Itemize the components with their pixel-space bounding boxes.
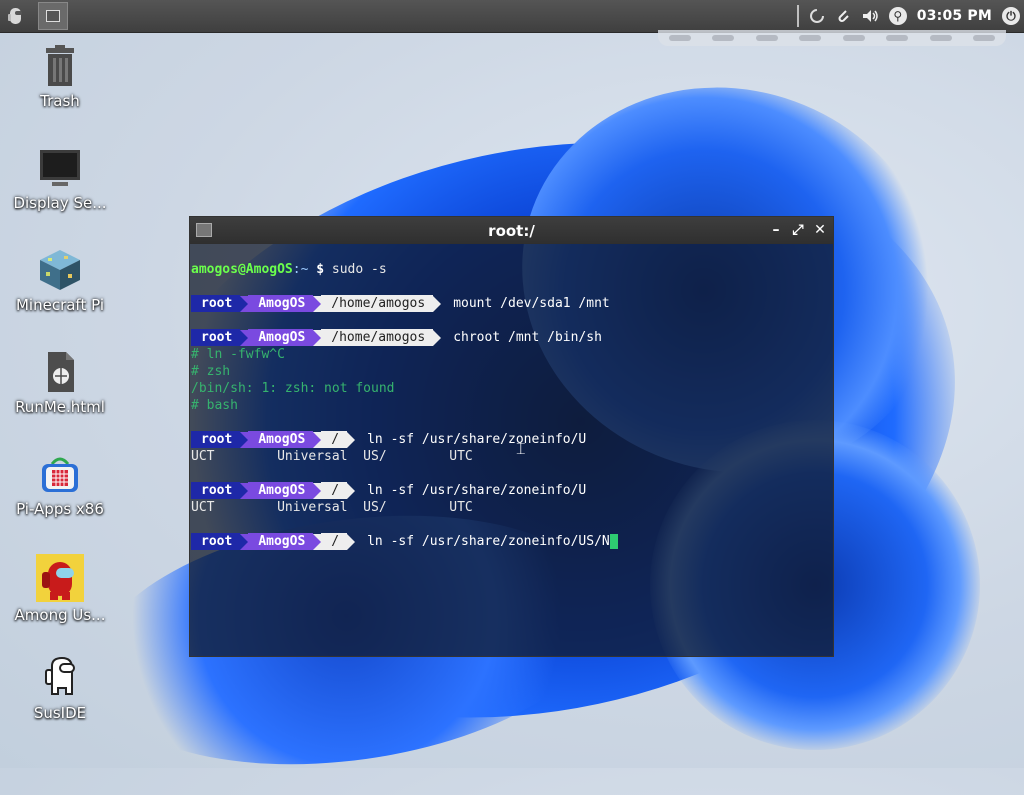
- volume-icon[interactable]: [861, 7, 879, 25]
- desktop-icon-minecraft-pi[interactable]: Minecraft Pi: [0, 248, 120, 314]
- desktop-icon-label: Among Us...: [14, 606, 106, 624]
- pi-apps-basket-icon: [38, 452, 82, 496]
- dock-item[interactable]: [842, 35, 865, 41]
- desktop-icon-pi-apps[interactable]: Pi-Apps x86: [0, 452, 120, 518]
- dock-item[interactable]: [755, 35, 778, 41]
- clock[interactable]: 03:05 PM: [917, 8, 992, 24]
- terminal-prompt-line: root AmogOS /home/amogos chroot /mnt /bi…: [191, 329, 833, 346]
- monitor-icon: [38, 146, 82, 190]
- terminal-window[interactable]: root:/ – ⤢ ✕ amogos@AmogOS:~ $ sudo -s r…: [190, 217, 833, 656]
- dock-item[interactable]: [929, 35, 952, 41]
- desktop-icon-among-us[interactable]: Among Us...: [0, 554, 120, 624]
- desktop-icon-label: SusIDE: [33, 704, 87, 722]
- text-cursor: [609, 534, 618, 549]
- desktop-icon-label: Display Se...: [13, 194, 107, 212]
- tray-separator: [796, 5, 799, 27]
- dock-strip: [658, 30, 1006, 46]
- system-tray: ⚲ 03:05 PM ⏻: [796, 0, 1024, 32]
- dock-item[interactable]: [712, 35, 735, 41]
- desktop-icon-label: Pi-Apps x86: [16, 500, 104, 518]
- close-button[interactable]: ✕: [813, 220, 827, 240]
- terminal-line: # zsh: [191, 364, 231, 379]
- minimize-button[interactable]: –: [769, 220, 783, 240]
- html-file-icon: [38, 350, 82, 394]
- window-title: root:/: [488, 221, 535, 240]
- terminal-prompt-line: root AmogOS / ln -sf /usr/share/zoneinfo…: [191, 431, 833, 448]
- terminal-line: /bin/sh: 1: zsh: not found: [191, 381, 395, 396]
- terminal-prompt-line: root AmogOS / ln -sf /usr/share/zoneinfo…: [191, 533, 833, 550]
- desktop-icon-label: Minecraft Pi: [15, 296, 104, 314]
- i-beam-cursor-icon: ⌶: [516, 439, 526, 458]
- desktop-icon-display-settings[interactable]: Display Se...: [0, 146, 120, 212]
- dock-item[interactable]: [799, 35, 822, 41]
- terminal-icon: [196, 223, 212, 237]
- terminal-prompt-line: root AmogOS /home/amogos mount /dev/sda1…: [191, 295, 833, 312]
- window-controls: – ⤢ ✕: [769, 220, 827, 240]
- terminal-line: amogos@AmogOS:~ $ sudo -s: [191, 262, 387, 277]
- dock-item[interactable]: [668, 35, 691, 41]
- terminal-icon: [46, 10, 60, 22]
- amogus-menu-icon: [8, 8, 22, 24]
- suside-crewmate-outline-icon: [38, 656, 82, 700]
- dock-item[interactable]: [886, 35, 909, 41]
- terminal-titlebar[interactable]: root:/ – ⤢ ✕: [190, 217, 833, 244]
- terminal-completion-line: UCT Universal US/ UTC: [191, 500, 473, 515]
- terminal-content[interactable]: amogos@AmogOS:~ $ sudo -s root AmogOS /h…: [190, 244, 833, 550]
- power-icon[interactable]: ⏻: [1002, 7, 1020, 25]
- desktop-icon-trash[interactable]: Trash: [0, 44, 120, 110]
- desktop-icon-runme-html[interactable]: RunMe.html: [0, 350, 120, 416]
- desktop-icon-label: Trash: [40, 92, 80, 110]
- app-menu-button[interactable]: [2, 2, 30, 30]
- terminal-completion-line: UCT Universal US/ UTC: [191, 449, 473, 464]
- dock-item[interactable]: [973, 35, 996, 41]
- search-icon[interactable]: ⚲: [888, 7, 907, 25]
- taskbar-terminal-button[interactable]: [38, 2, 68, 30]
- terminal-line: # ln -fwfw^C: [191, 347, 285, 362]
- terminal-line: # bash: [191, 398, 238, 413]
- top-panel: ⚲ 03:05 PM ⏻: [0, 0, 1024, 33]
- minecraft-block-icon: [38, 248, 82, 292]
- among-us-crewmate-icon: [36, 554, 84, 602]
- terminal-prompt-line: root AmogOS / ln -sf /usr/share/zoneinfo…: [191, 482, 833, 499]
- paperclip-icon[interactable]: [835, 7, 851, 25]
- trash-icon: [38, 44, 82, 88]
- desktop-icon-label: RunMe.html: [15, 398, 105, 416]
- desktop-icon-suside[interactable]: SusIDE: [0, 656, 120, 722]
- maximize-button[interactable]: ⤢: [791, 220, 805, 240]
- loading-spinner-icon[interactable]: [809, 8, 825, 24]
